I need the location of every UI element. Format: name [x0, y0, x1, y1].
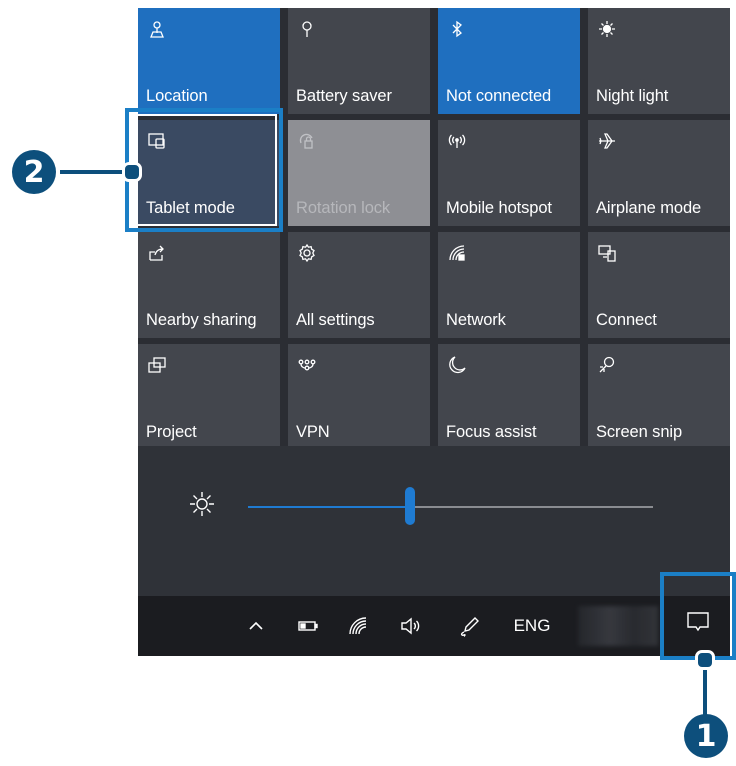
tile-location[interactable]: Location	[138, 8, 280, 114]
project-icon	[146, 354, 168, 376]
volume-icon[interactable]	[390, 596, 430, 656]
tile-mobile-hotspot[interactable]: Mobile hotspot	[438, 120, 580, 226]
tile-network[interactable]: Network	[438, 232, 580, 338]
tile-label: Battery saver	[296, 87, 392, 105]
taskbar: ENG	[138, 596, 730, 656]
tile-label: Location	[146, 87, 208, 105]
brightness-icon	[188, 490, 216, 518]
gear-icon	[296, 242, 318, 264]
pen-icon[interactable]	[450, 596, 490, 656]
tile-label: Airplane mode	[596, 199, 702, 217]
tile-rotation-lock[interactable]: Rotation lock	[288, 120, 430, 226]
tile-screen-snip[interactable]: Screen snip	[588, 344, 730, 450]
chevron-up-icon[interactable]	[238, 596, 274, 656]
location-icon	[146, 18, 168, 40]
tile-label: Rotation lock	[296, 199, 391, 217]
tile-label: Screen snip	[596, 423, 683, 441]
tile-label: Focus assist	[446, 423, 537, 441]
tile-label: VPN	[296, 423, 330, 441]
language-indicator[interactable]: ENG	[502, 596, 562, 656]
action-center-icon[interactable]	[672, 596, 724, 648]
tile-battery-saver[interactable]: Battery saver	[288, 8, 430, 114]
tile-all-settings[interactable]: All settings	[288, 232, 430, 338]
tile-connect[interactable]: Connect	[588, 232, 730, 338]
tile-label: All settings	[296, 311, 375, 329]
tile-vpn[interactable]: VPN	[288, 344, 430, 450]
battery-icon[interactable]	[290, 596, 326, 656]
tile-label: Not connected	[446, 87, 552, 105]
tile-label: Night light	[596, 87, 669, 105]
brightness-section	[138, 446, 730, 596]
wifi-icon[interactable]	[340, 596, 376, 656]
moon-icon	[446, 354, 468, 376]
network-icon	[446, 242, 468, 264]
action-center-panel: Location Battery saver Not connected Nig…	[138, 8, 730, 656]
callout-1-dot	[695, 650, 715, 670]
tile-focus-assist[interactable]: Focus assist	[438, 344, 580, 450]
mobile-hotspot-icon	[446, 130, 468, 152]
clock-blurred	[578, 606, 658, 646]
brightness-fill	[248, 506, 410, 508]
battery-saver-icon	[296, 18, 318, 40]
tile-airplane-mode[interactable]: Airplane mode	[588, 120, 730, 226]
rotation-lock-icon	[296, 130, 318, 152]
tile-label: Project	[146, 423, 197, 441]
night-light-icon	[596, 18, 618, 40]
tile-night-light[interactable]: Night light	[588, 8, 730, 114]
tile-project[interactable]: Project	[138, 344, 280, 450]
tile-label: Nearby sharing	[146, 311, 257, 329]
tile-label: Mobile hotspot	[446, 199, 552, 217]
bluetooth-icon	[446, 18, 468, 40]
tile-nearby-sharing[interactable]: Nearby sharing	[138, 232, 280, 338]
tile-bluetooth[interactable]: Not connected	[438, 8, 580, 114]
callout-2-badge: 2	[12, 150, 56, 194]
nearby-sharing-icon	[146, 242, 168, 264]
connect-icon	[596, 242, 618, 264]
screen-snip-icon	[596, 354, 618, 376]
brightness-thumb[interactable]	[405, 487, 415, 525]
tile-label: Connect	[596, 311, 657, 329]
vpn-icon	[296, 354, 318, 376]
callout-1-badge: 1	[684, 714, 728, 758]
airplane-icon	[596, 130, 618, 152]
tile-label: Network	[446, 311, 506, 329]
brightness-slider[interactable]	[248, 487, 653, 525]
callout-2-dot	[122, 162, 142, 182]
highlight-tablet-mode-inner	[131, 114, 277, 226]
